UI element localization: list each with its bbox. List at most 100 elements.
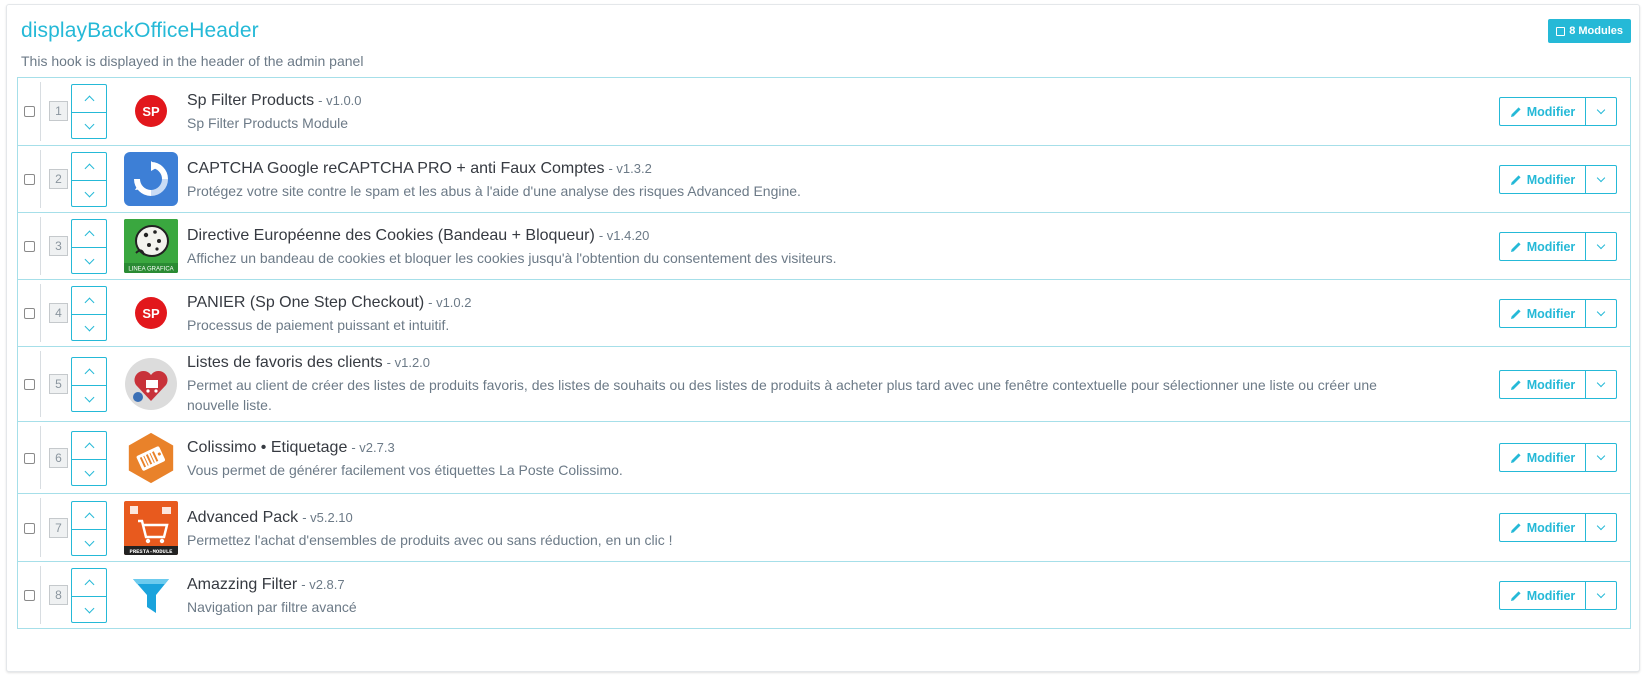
- chevron-up-icon: [84, 442, 94, 452]
- row-divider: [40, 498, 41, 557]
- reorder-buttons: [71, 286, 107, 341]
- module-checkbox[interactable]: [24, 523, 35, 534]
- more-actions-dropdown[interactable]: [1586, 513, 1617, 542]
- row-divider: [40, 351, 41, 417]
- module-name: Sp Filter Products - v1.0.0: [187, 92, 362, 109]
- move-down-button[interactable]: [72, 385, 106, 412]
- module-description: Vous permet de générer facilement vos ét…: [187, 462, 623, 478]
- badge-label: 8 Modules: [1569, 25, 1623, 37]
- module-name: Directive Européenne des Cookies (Bandea…: [187, 227, 650, 244]
- module-version: - v1.3.2: [608, 161, 652, 176]
- module-checkbox[interactable]: [24, 174, 35, 185]
- move-up-button[interactable]: [72, 432, 106, 459]
- svg-text:SP: SP: [142, 104, 160, 119]
- module-checkbox[interactable]: [24, 241, 35, 252]
- modify-button[interactable]: Modifier: [1499, 165, 1586, 194]
- module-row: 6 Colissimo • Etiquetage - v2.7.3 Vous pe…: [18, 421, 1630, 493]
- reorder-buttons: [71, 219, 107, 274]
- hook-description: This hook is displayed in the header of …: [21, 53, 364, 69]
- move-down-button[interactable]: [72, 314, 106, 341]
- move-down-button[interactable]: [72, 459, 106, 486]
- more-actions-dropdown[interactable]: [1586, 443, 1617, 472]
- recaptcha-icon: [124, 152, 178, 206]
- module-actions: Modifier: [1499, 513, 1617, 542]
- pencil-icon: [1510, 590, 1521, 601]
- pencil-icon: [1510, 308, 1521, 319]
- module-checkbox[interactable]: [24, 590, 35, 601]
- sp-logo-icon: SP: [124, 286, 178, 340]
- modify-button[interactable]: Modifier: [1499, 232, 1586, 261]
- module-row: 1 SP Sp Filter Products - v1.0.0 Sp Filte…: [18, 78, 1630, 145]
- move-up-button[interactable]: [72, 85, 106, 112]
- chevron-down-icon: [84, 536, 94, 547]
- module-checkbox[interactable]: [24, 379, 35, 390]
- row-divider: [40, 566, 41, 624]
- module-description: Permettez l'achat d'ensembles de produit…: [187, 532, 673, 548]
- move-up-button[interactable]: [72, 358, 106, 385]
- logo-caption: LINEA GRAFICA: [128, 267, 173, 273]
- modify-button[interactable]: Modifier: [1499, 97, 1586, 126]
- module-version: - v1.2.0: [386, 355, 431, 370]
- module-count-icon: [1556, 26, 1566, 36]
- module-version: - v2.8.7: [301, 577, 345, 592]
- chevron-up-icon: [84, 95, 94, 105]
- modify-button[interactable]: Modifier: [1499, 581, 1586, 610]
- caret-down-icon: [1596, 307, 1606, 317]
- module-row: 2 CAPTCHA Google reCAPTCHA PRO + anti Fa…: [18, 145, 1630, 212]
- more-actions-dropdown[interactable]: [1586, 232, 1617, 261]
- move-up-button[interactable]: [72, 502, 106, 529]
- position-number: 8: [49, 585, 68, 605]
- module-description: Permet au client de créer des listes de …: [187, 377, 1377, 413]
- chevron-up-icon: [84, 512, 94, 522]
- move-down-button[interactable]: [72, 596, 106, 623]
- move-down-button[interactable]: [72, 529, 106, 556]
- advanced-pack-icon: PRESTA-MODULE: [124, 501, 178, 555]
- more-actions-dropdown[interactable]: [1586, 97, 1617, 126]
- heart-cart-icon: [124, 357, 178, 411]
- modules-count-badge: 8 Modules: [1548, 19, 1631, 43]
- module-checkbox[interactable]: [24, 453, 35, 464]
- caret-down-icon: [1596, 240, 1606, 250]
- chevron-down-icon: [84, 321, 94, 332]
- move-up-button[interactable]: [72, 153, 106, 180]
- modify-button[interactable]: Modifier: [1499, 513, 1586, 542]
- module-name: Advanced Pack - v5.2.10: [187, 509, 353, 526]
- chevron-down-icon: [84, 466, 94, 477]
- hook-panel: displayBackOfficeHeader This hook is dis…: [6, 4, 1640, 672]
- chevron-up-icon: [84, 163, 94, 173]
- logo-caption: PRESTA-MODULE: [130, 548, 174, 555]
- module-description: Processus de paiement puissant et intuit…: [187, 317, 450, 333]
- move-down-button[interactable]: [72, 180, 106, 207]
- move-up-button[interactable]: [72, 569, 106, 596]
- chevron-up-icon: [84, 230, 94, 240]
- funnel-icon: [124, 568, 178, 622]
- module-actions: Modifier: [1499, 165, 1617, 194]
- more-actions-dropdown[interactable]: [1586, 165, 1617, 194]
- chevron-up-icon: [84, 297, 94, 307]
- modify-button[interactable]: Modifier: [1499, 443, 1586, 472]
- module-checkbox[interactable]: [24, 106, 35, 117]
- module-version: - v1.0.0: [318, 93, 362, 108]
- position-number: 2: [49, 169, 68, 189]
- modify-button[interactable]: Modifier: [1499, 299, 1586, 328]
- move-up-button[interactable]: [72, 220, 106, 247]
- chevron-down-icon: [84, 603, 94, 614]
- position-number: 1: [49, 101, 68, 121]
- position-number: 6: [49, 448, 68, 468]
- module-checkbox[interactable]: [24, 308, 35, 319]
- module-actions: Modifier: [1499, 97, 1617, 126]
- more-actions-dropdown[interactable]: [1586, 299, 1617, 328]
- svg-text:SP: SP: [142, 306, 160, 321]
- modify-button[interactable]: Modifier: [1499, 370, 1586, 399]
- move-down-button[interactable]: [72, 247, 106, 274]
- move-down-button[interactable]: [72, 112, 106, 139]
- more-actions-dropdown[interactable]: [1586, 370, 1617, 399]
- more-actions-dropdown[interactable]: [1586, 581, 1617, 610]
- module-description: Protégez votre site contre le spam et le…: [187, 183, 801, 199]
- module-description: Sp Filter Products Module: [187, 115, 349, 131]
- module-version: - v1.4.20: [598, 228, 650, 243]
- caret-down-icon: [1596, 105, 1606, 115]
- module-list: 1 SP Sp Filter Products - v1.0.0 Sp Filte…: [17, 77, 1631, 629]
- cookie-icon: LINEA GRAFICA: [124, 219, 178, 273]
- move-up-button[interactable]: [72, 287, 106, 314]
